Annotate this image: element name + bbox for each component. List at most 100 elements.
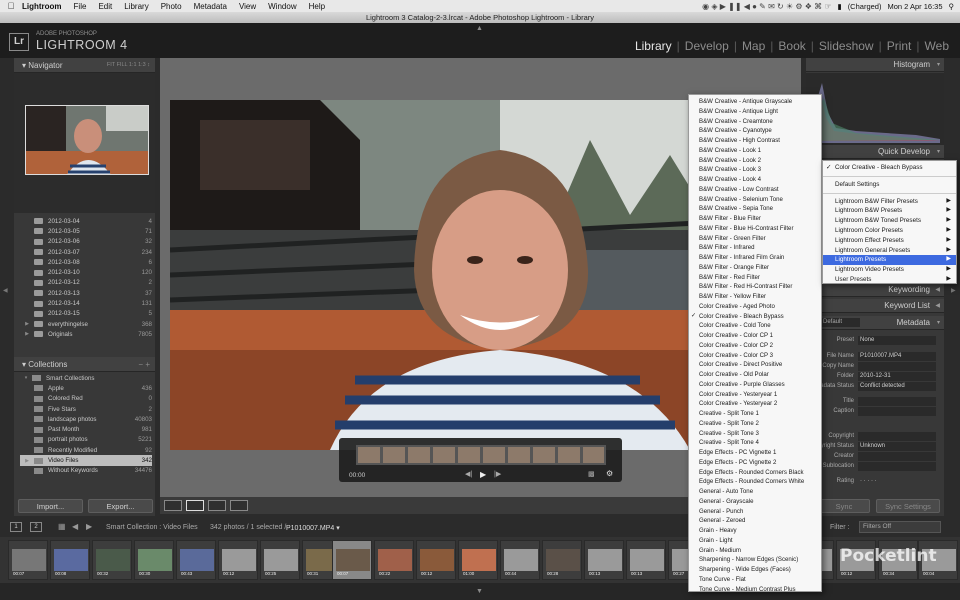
rating-stars[interactable]: · · · · · (858, 477, 936, 486)
preset-folder-item[interactable]: Lightroom Effect Presets ▶ (823, 236, 956, 246)
folder-item[interactable]: 2012-03-12 2 (20, 278, 152, 288)
primary-window-button[interactable]: 1 (10, 522, 22, 532)
filmstrip-thumbnail[interactable]: 00:32 (92, 540, 132, 580)
menu-window[interactable]: Window (268, 2, 296, 11)
folder-item[interactable]: 2012-03-14 131 (20, 298, 152, 308)
filmstrip-thumbnail-selected[interactable]: 00:07 (332, 540, 372, 580)
back-arrow-icon[interactable]: ◀ (72, 522, 78, 531)
grid-icon[interactable]: ▦ (58, 522, 66, 531)
filter-select[interactable]: Filters Off (859, 521, 941, 533)
preset-item[interactable]: Grain - Heavy (689, 526, 821, 536)
folder-item[interactable]: 2012-03-07 234 (20, 247, 152, 257)
navigator-header[interactable]: ▾ Navigator FIT FILL 1:1 1:3 ↕ (14, 58, 155, 73)
sync-button[interactable]: Sync (818, 499, 870, 513)
preset-item[interactable]: General - Zeroed (689, 516, 821, 526)
field-value[interactable] (858, 451, 936, 461)
preset-item[interactable]: Color Creative - Color CP 1 (689, 331, 821, 341)
spotlight-icon[interactable]: ⚲ (949, 2, 955, 11)
preset-item[interactable]: B&W Filter - Orange Filter (689, 263, 821, 273)
filmstrip-thumbnail[interactable]: 00:13 (584, 540, 624, 580)
filmstrip-thumbnail[interactable]: 00:44 (500, 540, 540, 580)
menu-metadata[interactable]: Metadata (194, 2, 227, 11)
folder-item[interactable]: 2012-03-06 32 (20, 237, 152, 247)
right-panel-toggle-icon[interactable]: ▶ (951, 287, 956, 294)
quick-develop-disclosure-icon[interactable]: ▾ (937, 145, 940, 159)
field-value[interactable] (858, 396, 936, 406)
filmstrip-thumbnail[interactable]: 00:08 (50, 540, 90, 580)
collection-item[interactable]: landscape photos 40803 (20, 414, 152, 424)
preset-folder-item[interactable]: Lightroom Color Presets ▶ (823, 226, 956, 236)
tray-icons[interactable]: ◉ ◈ ▶ ❚❚ ◀ ● ✎ ✉ ↻ ☀ ⚙ ❖ ⌘ ☞ (702, 2, 831, 11)
preset-item[interactable]: Creative - Split Tone 4 (689, 438, 821, 448)
filmstrip-thumbnail[interactable]: 00:43 (176, 540, 216, 580)
compare-view-icon[interactable] (208, 500, 226, 511)
trim-video-icon[interactable]: ⚙ (606, 469, 613, 478)
metadata-disclosure-icon[interactable]: ▾ (937, 316, 940, 330)
group-expand-icon[interactable]: ▾ (20, 375, 32, 381)
filmstrip-thumbnail[interactable]: 00:07 (8, 540, 48, 580)
module-develop[interactable]: Develop (680, 39, 734, 53)
preset-item[interactable]: Tone Curve - Medium Contrast Plus (689, 585, 821, 595)
menu-file[interactable]: File (74, 2, 87, 11)
navigator-disclosure-icon[interactable]: ▾ (22, 61, 26, 70)
preset-item[interactable]: Color Creative - Color CP 3 (689, 351, 821, 361)
preset-item[interactable]: Edge Effects - Rounded Corners Black (689, 468, 821, 478)
preset-item[interactable]: Sharpening - Wide Edges (Faces) (689, 565, 821, 575)
folder-item[interactable]: 2012-03-04 4 (20, 216, 152, 226)
preset-item[interactable]: Color Creative - Old Polar (689, 370, 821, 380)
collections-header[interactable]: ▾ Collections − + (14, 357, 155, 372)
preset-folder-item[interactable]: Lightroom General Presets ▶ (823, 246, 956, 256)
preset-item[interactable]: Sharpening - Narrow Edges (Scenic) (689, 555, 821, 565)
folder-expand-icon[interactable]: ▶ (20, 321, 34, 327)
collection-expand-icon[interactable]: ▶ (20, 458, 34, 464)
filmstrip-thumbnail[interactable]: 00:30 (134, 540, 174, 580)
forward-arrow-icon[interactable]: ▶ (86, 522, 92, 531)
preset-item[interactable]: B&W Filter - Blue Filter (689, 214, 821, 224)
preset-item[interactable]: B&W Creative - Cyanotype (689, 126, 821, 136)
folder-item[interactable]: 2012-03-10 120 (20, 267, 152, 277)
current-preset-item[interactable]: ✓ Color Creative - Bleach Bypass (823, 163, 956, 173)
field-value[interactable] (858, 431, 936, 441)
preset-item[interactable]: B&W Creative - Sepia Tone (689, 204, 821, 214)
collection-item[interactable]: portrait photos 5221 (20, 435, 152, 445)
secondary-window-button[interactable]: 2 (30, 522, 42, 532)
histogram-header[interactable]: Histogram ▾ (806, 58, 944, 72)
collection-item[interactable]: Recently Modified 92 (20, 445, 152, 455)
preset-item[interactable]: B&W Creative - Antique Grayscale (689, 97, 821, 107)
menu-photo[interactable]: Photo (161, 2, 182, 11)
menu-library[interactable]: Library (124, 2, 148, 11)
preset-item[interactable]: B&W Filter - Blue Hi-Contrast Filter (689, 224, 821, 234)
metadata-view-select[interactable]: Default (820, 318, 861, 327)
capture-frame-icon[interactable]: ▩ (588, 470, 595, 478)
collection-item[interactable]: Colored Red 0 (20, 394, 152, 404)
apple-icon[interactable]:  (0, 1, 22, 11)
preset-item[interactable]: General - Grayscale (689, 497, 821, 507)
sync-settings-button[interactable]: Sync Settings (876, 499, 940, 513)
histogram-disclosure-icon[interactable]: ▾ (937, 58, 940, 72)
preset-item[interactable]: Color Creative - Cold Tone (689, 321, 821, 331)
preset-item[interactable]: B&W Filter - Red Filter (689, 273, 821, 283)
filmstrip-thumbnail[interactable]: 00:13 (626, 540, 666, 580)
field-value[interactable]: 2010-12-31 (858, 371, 936, 381)
export-button[interactable]: Export... (88, 499, 153, 513)
preset-select[interactable]: None (858, 335, 936, 345)
folder-item[interactable]: 2012-03-08 6 (20, 257, 152, 267)
preset-item[interactable]: B&W Creative - Look 3 (689, 165, 821, 175)
preset-item[interactable]: Color Creative - Purple Glasses (689, 380, 821, 390)
preset-item[interactable]: Grain - Medium (689, 546, 821, 556)
folder-item[interactable]: ▶ everythingelse 368 (20, 319, 152, 329)
preset-item[interactable]: B&W Creative - Look 2 (689, 156, 821, 166)
preset-folder-item[interactable]: Lightroom B&W Filter Presets ▶ (823, 197, 956, 207)
clock[interactable]: Mon 2 Apr 16:35 (887, 2, 942, 11)
module-slideshow[interactable]: Slideshow (814, 39, 879, 53)
collection-item[interactable]: Apple 436 (20, 383, 152, 393)
previous-frame-icon[interactable]: ◀| (465, 470, 472, 478)
keywording-header[interactable]: Keywording ◀ (806, 283, 944, 297)
preset-item[interactable]: B&W Creative - Selenium Tone (689, 195, 821, 205)
preset-item[interactable]: B&W Filter - Red Hi-Contrast Filter (689, 282, 821, 292)
preset-item[interactable]: Creative - Split Tone 1 (689, 409, 821, 419)
video-frame-scrubber[interactable] (356, 445, 606, 465)
keywording-disclosure-icon[interactable]: ◀ (935, 283, 940, 297)
preset-item[interactable]: B&W Filter - Green Filter (689, 234, 821, 244)
preset-item-checked[interactable]: ✓ Color Creative - Bleach Bypass (689, 312, 821, 322)
